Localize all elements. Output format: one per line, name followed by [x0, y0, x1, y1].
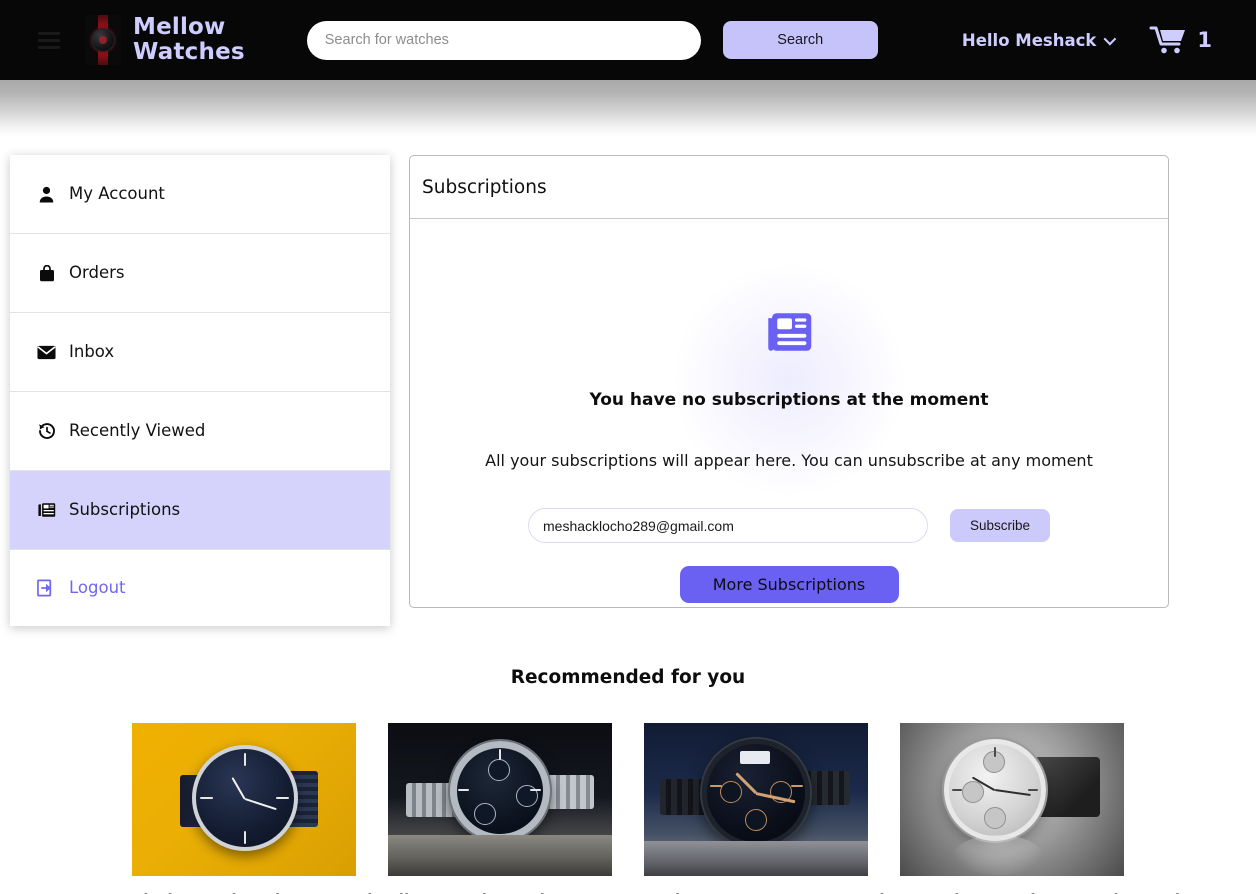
sidebar-item-label: Subscriptions [69, 499, 181, 519]
product-card[interactable]: Silver watch, steel straps [388, 723, 612, 894]
search-button[interactable]: Search [722, 21, 878, 59]
cart-button[interactable]: 1 [1149, 25, 1212, 55]
brand-name-line1: Mellow [133, 14, 226, 40]
top-navbar: Mellow Watches Search Hello Meshack 1 [0, 0, 1256, 80]
account-sidebar: My Account Orders Inbox Recently Viewed … [10, 155, 390, 626]
product-image[interactable] [388, 723, 612, 876]
header-shadow-band [0, 80, 1256, 136]
search-input[interactable] [306, 20, 701, 60]
watch-tick [458, 789, 469, 791]
sidebar-item-subscriptions[interactable]: Subscriptions [10, 471, 390, 549]
watch-tick [952, 789, 962, 791]
panel-header: Subscriptions [410, 156, 1168, 219]
product-image[interactable] [900, 723, 1124, 876]
sidebar-item-inbox[interactable]: Inbox [10, 313, 390, 391]
subscribe-button[interactable]: Subscribe [950, 509, 1050, 542]
hamburger-bar [38, 31, 60, 35]
watch-tick [1028, 789, 1038, 791]
product-card[interactable]: Emporio Armani Automatic Watch [900, 723, 1186, 894]
sidebar-item-label: Orders [69, 262, 125, 282]
watch-tick [244, 753, 246, 766]
empty-state-title: You have no subscriptions at the moment [589, 390, 989, 410]
watch-tick [499, 749, 501, 760]
sidebar-item-logout[interactable]: Logout [10, 550, 390, 626]
subscriptions-panel: Subscriptions You have no subscriptions … [409, 155, 1169, 608]
logo-dial [99, 36, 107, 44]
recommended-section: Recommended for you Black Round Anglogue… [0, 667, 1256, 894]
page-content: My Account Orders Inbox Recently Viewed … [0, 136, 1256, 626]
sidebar-item-label: My Account [69, 183, 165, 203]
watch-subdial [488, 759, 510, 781]
newspaper-icon [37, 501, 56, 520]
watch-subdial [984, 807, 1006, 829]
watch-subdial [720, 781, 742, 803]
search-area: Search [306, 20, 878, 60]
watch-logo-icon [85, 15, 121, 65]
watch-tick [994, 747, 996, 757]
subscribe-row: Subscribe [528, 508, 1050, 543]
recommended-title: Recommended for you [510, 667, 746, 688]
clock-rotate-icon [37, 422, 56, 441]
sidebar-item-label: Recently Viewed [69, 420, 206, 440]
sidebar-item-label: Inbox [69, 341, 115, 361]
product-image[interactable] [644, 723, 868, 876]
cart-count-badge: 1 [1197, 28, 1212, 52]
brand-name-line2: Watches [133, 39, 245, 65]
shopping-bag-icon [37, 264, 56, 283]
envelope-icon [37, 343, 56, 362]
rock-surface [644, 841, 868, 876]
watch-subdial [474, 803, 496, 825]
sidebar-item-orders[interactable]: Orders [10, 234, 390, 312]
watch-date-window [740, 751, 770, 764]
shopping-cart-icon [1149, 26, 1186, 54]
brand-name: Mellow Watches [133, 15, 245, 65]
chevron-down-icon [1103, 32, 1117, 45]
watch-tick [791, 785, 803, 787]
watch-tick [200, 797, 213, 799]
email-field[interactable] [528, 508, 928, 543]
watch-subdial [962, 781, 984, 803]
panel-body: You have no subscriptions at the moment … [410, 219, 1168, 607]
more-subscriptions-button[interactable]: More Subscriptions [679, 566, 899, 603]
page-title: Subscriptions [422, 176, 547, 198]
recommended-grid: Black Round Anglogue watch Silver watch,… [0, 723, 1256, 894]
newspaper-icon [765, 310, 814, 359]
watch-tick [244, 831, 246, 844]
rock-surface [388, 835, 612, 876]
watch-tick [710, 785, 722, 787]
account-greeting-label: Hello Meshack [961, 30, 1097, 50]
product-card[interactable]: Business CGGIU Men's Watch [644, 723, 890, 894]
sign-out-icon [37, 579, 56, 598]
hamburger-bar [38, 38, 60, 42]
brand-logo-link[interactable]: Mellow Watches [85, 15, 245, 65]
navbar-right: Hello Meshack 1 [962, 25, 1212, 55]
hamburger-bar [38, 45, 60, 49]
sidebar-item-label: Logout [69, 577, 126, 597]
product-card[interactable]: Black Round Anglogue watch [132, 723, 378, 894]
sidebar-item-my-account[interactable]: My Account [10, 155, 390, 233]
account-menu[interactable]: Hello Meshack [961, 30, 1117, 50]
watch-subdial [745, 809, 767, 831]
watch-tick [276, 797, 289, 799]
sidebar-item-recently-viewed[interactable]: Recently Viewed [10, 392, 390, 470]
watch-reflection [954, 835, 1042, 875]
product-image[interactable] [132, 723, 356, 876]
empty-state-subtitle: All your subscriptions will appear here.… [485, 451, 1093, 470]
user-icon [37, 185, 56, 204]
watch-tick [530, 789, 541, 791]
hamburger-icon[interactable] [38, 31, 60, 49]
